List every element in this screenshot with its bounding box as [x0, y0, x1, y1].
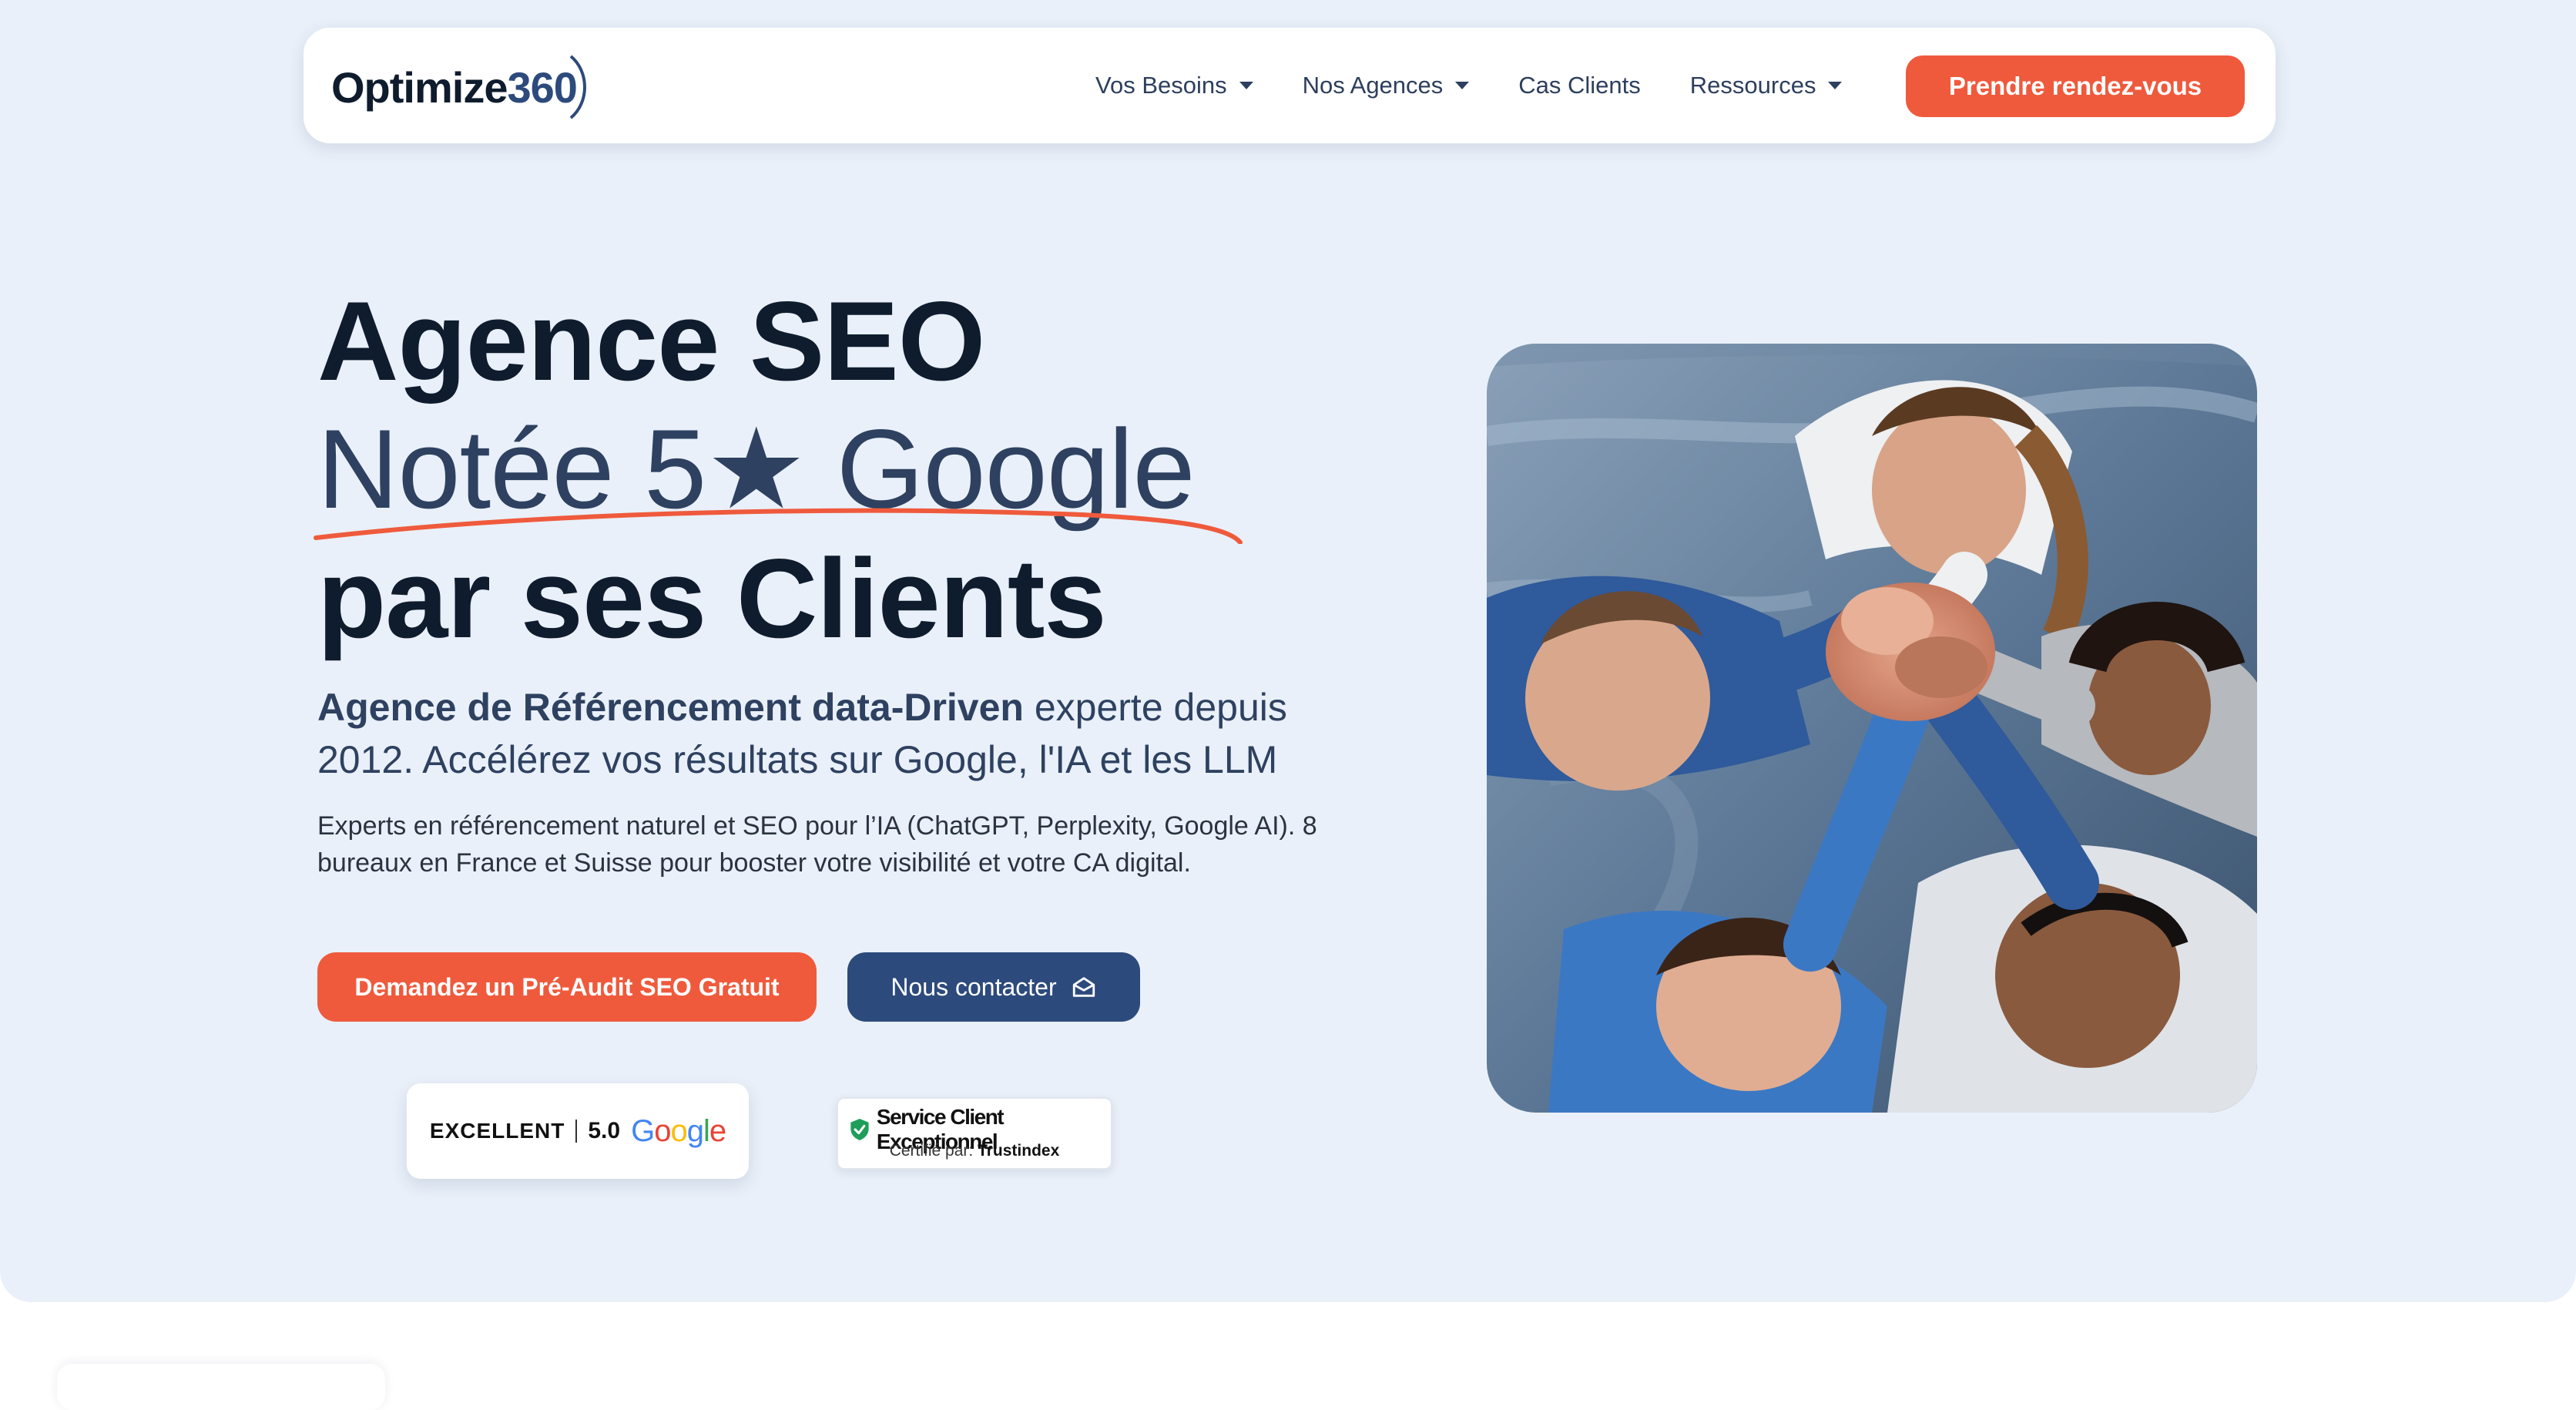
hero-title-line3: par ses Clients — [317, 535, 1107, 661]
nav-item-label: Ressources — [1689, 72, 1816, 99]
hero-subtitle-bold: Agence de Référencement data-Driven — [317, 686, 1024, 729]
hero-subtitle: Agence de Référencement data-Driven expe… — [317, 681, 1380, 786]
contact-button[interactable]: Nous contacter — [847, 952, 1140, 1022]
nav-item-label: Nos Agences — [1302, 72, 1444, 99]
logo-swoosh-icon — [569, 55, 586, 119]
certifier-name: Trustindex — [978, 1142, 1060, 1160]
nav-item-cas-clients[interactable]: Cas Clients — [1518, 72, 1641, 99]
hero-title-line1: Agence SEO — [317, 278, 985, 404]
chevron-down-icon — [1455, 82, 1470, 89]
hero-description: Experts en référencement naturel et SEO … — [317, 811, 1317, 878]
rating-score: 5.0 — [588, 1118, 621, 1143]
team-photo-image — [1487, 344, 2257, 1113]
book-appointment-button[interactable]: Prendre rendez-vous — [1906, 55, 2245, 117]
floating-card — [57, 1364, 385, 1410]
contact-button-label: Nous contacter — [891, 972, 1057, 1001]
divider — [575, 1120, 578, 1143]
google-rating-badge[interactable]: EXCELLENT 5.0 Google — [407, 1083, 749, 1179]
trust-badge-certified: Certifié par: Trustindex — [838, 1142, 1111, 1160]
chevron-down-icon — [1239, 82, 1253, 89]
certified-prefix: Certifié par: — [889, 1142, 978, 1160]
logo-text-number: 360 — [507, 62, 577, 112]
nav-item-nos-agences[interactable]: Nos Agences — [1303, 72, 1470, 99]
logo-text-primary: Optimize — [331, 62, 508, 112]
nav-item-ressources[interactable]: Ressources — [1690, 72, 1843, 99]
chevron-down-icon — [1828, 82, 1843, 89]
trustindex-badge[interactable]: Service Client Exceptionnel Certifié par… — [837, 1097, 1112, 1170]
free-seo-audit-button[interactable]: Demandez un Pré-Audit SEO Gratuit — [317, 952, 817, 1022]
nav-item-label: Cas Clients — [1518, 72, 1641, 99]
nav-item-vos-besoins[interactable]: Vos Besoins — [1095, 72, 1253, 99]
main-nav: Vos Besoins Nos Agences Cas Clients Ress… — [1095, 28, 1891, 143]
nav-item-label: Vos Besoins — [1095, 72, 1227, 99]
team-high-five-photo — [1487, 344, 2257, 1113]
top-navbar: Optimize 360 Vos Besoins Nos Agences Cas … — [304, 28, 2276, 143]
rating-word: EXCELLENT — [429, 1119, 565, 1143]
brand-logo[interactable]: Optimize 360 — [331, 55, 591, 119]
shield-check-icon — [850, 1119, 869, 1140]
envelope-open-icon — [1072, 977, 1095, 997]
google-logo: Google — [631, 1113, 726, 1148]
